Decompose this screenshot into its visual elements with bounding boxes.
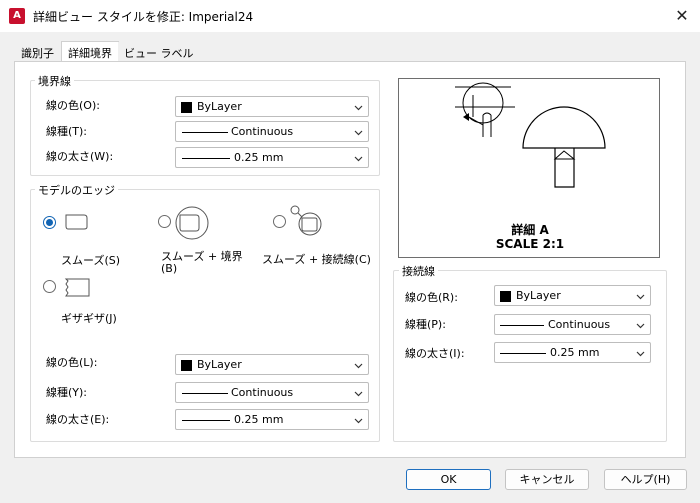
edge-color-label: 線の色(L):: [46, 356, 98, 369]
connection-lineweight-combo[interactable]: 0.25 mm: [494, 342, 651, 363]
color-swatch: [500, 291, 511, 302]
chevron-down-icon: [636, 294, 645, 300]
smooth-label[interactable]: スムーズ(S): [61, 252, 120, 268]
combo-value: ByLayer: [197, 100, 242, 113]
connection-color-label: 線の色(R):: [405, 291, 458, 304]
radio-smooth[interactable]: [43, 216, 56, 229]
color-swatch: [181, 360, 192, 371]
chevron-down-icon: [636, 323, 645, 329]
combo-value: 0.25 mm: [234, 151, 284, 164]
boundary-linetype-combo[interactable]: Continuous: [175, 121, 369, 142]
color-swatch: [181, 102, 192, 113]
connection-color-combo[interactable]: ByLayer: [494, 285, 651, 306]
connection-legend: 接続線: [399, 263, 438, 279]
lineweight-sample: [182, 420, 230, 421]
combo-value: Continuous: [231, 125, 294, 138]
boundary-lineweight-combo[interactable]: 0.25 mm: [175, 147, 369, 168]
autocad-app-icon: A: [9, 8, 25, 24]
chevron-down-icon: [354, 156, 363, 162]
tab-detail-boundary[interactable]: 詳細境界: [61, 41, 119, 62]
smooth-connection-icon: [290, 205, 322, 236]
radio-smooth-border[interactable]: [158, 215, 171, 228]
edge-color-combo[interactable]: ByLayer: [175, 354, 369, 375]
smooth-edge-icon: [65, 214, 88, 230]
linetype-sample: [500, 325, 544, 326]
cancel-button[interactable]: キャンセル: [505, 469, 589, 490]
tab-identifier[interactable]: 識別子: [15, 42, 60, 62]
combo-value: 0.25 mm: [550, 346, 600, 359]
help-button[interactable]: ヘルプ(H): [604, 469, 687, 490]
tab-view-label[interactable]: ビュー ラベル: [118, 42, 200, 62]
edge-linetype-combo[interactable]: Continuous: [175, 382, 369, 403]
preview-scale-text: SCALE 2:1: [495, 237, 565, 251]
close-icon[interactable]: ✕: [670, 5, 694, 27]
connection-linetype-label: 線種(P):: [405, 318, 446, 331]
boundary-color-label: 線の色(O):: [46, 99, 100, 112]
lineweight-sample: [500, 353, 546, 354]
linetype-sample: [182, 393, 228, 394]
boundary-color-combo[interactable]: ByLayer: [175, 96, 369, 117]
combo-value: 0.25 mm: [234, 413, 284, 426]
ok-button[interactable]: OK: [406, 469, 491, 490]
connection-lineweight-label: 線の太さ(I):: [405, 347, 465, 360]
combo-value: ByLayer: [197, 358, 242, 371]
jagged-edge-icon: [64, 278, 90, 297]
chevron-down-icon: [354, 363, 363, 369]
edge-linetype-label: 線種(Y):: [46, 386, 88, 399]
chevron-down-icon: [354, 105, 363, 111]
combo-value: Continuous: [548, 318, 611, 331]
edge-lineweight-label: 線の太さ(E):: [46, 413, 110, 426]
chevron-down-icon: [354, 130, 363, 136]
edge-lineweight-combo[interactable]: 0.25 mm: [175, 409, 369, 430]
combo-value: ByLayer: [516, 289, 561, 302]
chevron-down-icon: [354, 418, 363, 424]
detail-preview: 詳細 A SCALE 2:1: [398, 78, 660, 258]
smooth-border-icon: [175, 206, 209, 240]
jagged-label[interactable]: ギザギザ(J): [61, 310, 117, 326]
preview-detail-title: 詳細 A: [511, 223, 549, 237]
lineweight-sample: [182, 158, 230, 159]
connection-linetype-combo[interactable]: Continuous: [494, 314, 651, 335]
radio-jagged[interactable]: [43, 280, 56, 293]
smooth-border-label[interactable]: スムーズ + 境界(B): [161, 251, 251, 275]
boundary-linetype-label: 線種(T):: [46, 125, 88, 138]
chevron-down-icon: [354, 391, 363, 397]
boundary-legend: 境界線: [35, 73, 74, 89]
window-title: 詳細ビュー スタイルを修正: Imperial24: [33, 10, 254, 24]
radio-smooth-connection[interactable]: [273, 215, 286, 228]
smooth-connection-label[interactable]: スムーズ + 接続線(C): [262, 251, 371, 267]
chevron-down-icon: [636, 351, 645, 357]
linetype-sample: [182, 132, 228, 133]
combo-value: Continuous: [231, 386, 294, 399]
boundary-lineweight-label: 線の太さ(W):: [46, 150, 114, 163]
model-edge-legend: モデルのエッジ: [35, 182, 118, 198]
